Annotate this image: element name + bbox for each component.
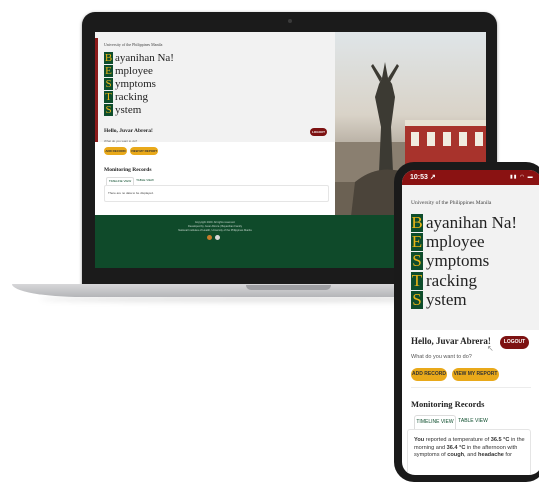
temp-afternoon: 36.4 °C — [446, 444, 466, 451]
tab-timeline[interactable]: TIMELINE VIEW — [414, 415, 456, 429]
add-record-button[interactable]: ADD RECORD — [104, 147, 127, 155]
title-letter: B — [104, 52, 113, 64]
title-line: System — [411, 289, 517, 309]
entry-text: reported a temperature of — [424, 437, 491, 443]
tab-table[interactable]: TABLE VIEW — [457, 415, 489, 428]
timeline-entry: You reported a temperature of 36.5 °C in… — [414, 437, 526, 460]
divider — [411, 387, 531, 388]
monitoring-title: Monitoring Records — [104, 167, 152, 173]
symptom: headache — [478, 452, 504, 458]
title-word: racking — [426, 270, 477, 290]
title-line: Employee — [411, 232, 517, 252]
title-word: ayanihan Na! — [115, 52, 174, 64]
title-letter: S — [104, 78, 113, 90]
entry-text: , and — [464, 452, 479, 458]
greeting: Hello, Juvar Abrera! — [411, 336, 491, 346]
laptop-camera — [288, 19, 292, 23]
phone-screen: 10:53 ↗ ▮▮ ◠ ▬ University of the Philipp… — [402, 170, 539, 475]
entry-subject: You — [414, 437, 425, 443]
logout-button[interactable]: LOGOUT — [500, 336, 529, 349]
footer-developer: Developed by Juvar Abrera | Bayanihan Fa… — [187, 225, 243, 228]
title-letter: E — [411, 232, 423, 252]
title-letter: T — [104, 91, 113, 103]
title-word: ymptoms — [115, 78, 156, 90]
view-report-button[interactable]: VIEW MY REPORT — [130, 147, 158, 155]
action-prompt: What do you want to do? — [104, 139, 138, 143]
title-line: Symptoms — [104, 78, 174, 90]
title-line: Symptoms — [411, 251, 517, 271]
header-accent-bar — [95, 38, 98, 142]
app-title: Bayanihan Na! Employee Symptoms Tracking… — [411, 213, 518, 310]
title-letter: S — [411, 251, 423, 271]
title-letter: S — [104, 104, 113, 116]
entry-text: for — [503, 452, 512, 458]
title-word: mployee — [115, 65, 153, 77]
symptom: cough — [447, 452, 465, 458]
title-line: System — [104, 104, 174, 116]
logout-button[interactable]: LOGOUT — [310, 128, 327, 136]
title-word: racking — [115, 91, 148, 103]
title-line: Bayanihan Na! — [104, 52, 174, 64]
info-icon[interactable] — [215, 235, 220, 240]
title-line: Tracking — [104, 91, 174, 103]
cursor-icon: ↖ — [487, 344, 494, 353]
add-record-button[interactable]: ADD RECORD — [411, 368, 447, 381]
title-word: ystem — [426, 289, 467, 309]
laptop-base-notch — [246, 285, 331, 290]
empty-message: There are no data to be displayed. — [108, 191, 154, 195]
title-word: mployee — [426, 232, 485, 252]
app-title: Bayanihan Na! Employee Symptoms Tracking… — [104, 52, 174, 117]
title-letter: S — [411, 289, 423, 309]
title-line: Bayanihan Na! — [411, 213, 518, 232]
title-letter: B — [411, 213, 423, 232]
university-name: University of the Philippines Manila — [411, 200, 492, 206]
title-letter: T — [411, 270, 423, 290]
title-line: Tracking — [411, 270, 517, 290]
title-word: ayanihan Na! — [426, 213, 518, 232]
university-name: University of the Philippines Manila — [104, 42, 163, 47]
status-time: 10:53 ↗ — [410, 174, 436, 181]
social-icon[interactable] — [207, 235, 212, 240]
action-prompt: What do you want to do? — [411, 354, 472, 360]
title-line: Employee — [104, 65, 174, 77]
title-word: ystem — [115, 104, 142, 116]
signal-wifi-battery-icon: ▮▮ ◠ ▬ — [510, 174, 534, 180]
greeting: Hello, Juvar Abrera! — [104, 128, 153, 134]
tab-table[interactable]: TABLE VIEW — [134, 177, 156, 184]
view-report-button[interactable]: VIEW MY REPORT — [452, 368, 499, 381]
footer-institution: National Institutes of Health, Universit… — [178, 229, 252, 232]
monitoring-title: Monitoring Records — [411, 399, 485, 409]
tab-timeline[interactable]: TIMELINE VIEW — [106, 177, 134, 185]
title-letter: E — [104, 65, 113, 77]
title-word: ymptoms — [426, 251, 490, 271]
footer-copyright: Copyright 2020. All rights reserved. — [194, 221, 236, 224]
temp-morning: 36.5 °C — [490, 437, 510, 443]
